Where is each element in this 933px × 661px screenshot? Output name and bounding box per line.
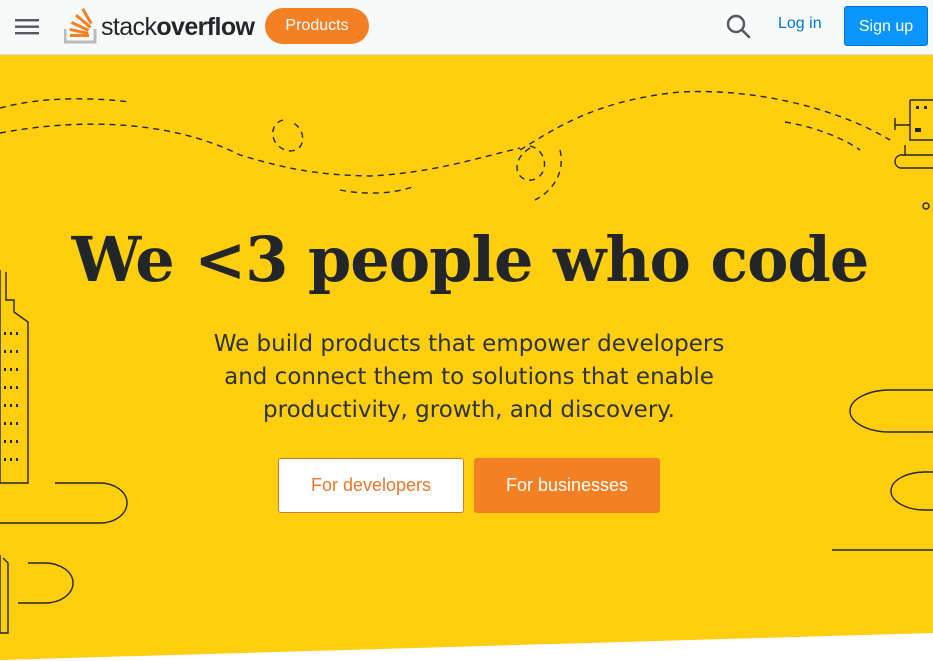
products-button[interactable]: Products: [265, 8, 369, 44]
stackoverflow-logo[interactable]: stackoverflow: [64, 5, 256, 45]
hero-title: We <3 people who code: [71, 223, 870, 296]
search-icon[interactable]: [723, 12, 753, 42]
for-developers-button[interactable]: For developers: [278, 458, 464, 513]
logo-wordmark: stackoverflow: [101, 13, 255, 42]
hamburger-menu-icon[interactable]: [12, 14, 42, 40]
login-link[interactable]: Log in: [778, 15, 822, 33]
hero-subtitle: We build products that empower developer…: [213, 331, 725, 423]
hero-section: We <3 people who code We build products …: [0, 55, 933, 661]
top-bar: stackoverflow Products Log in Sign up: [0, 0, 933, 55]
for-businesses-button[interactable]: For businesses: [474, 458, 660, 513]
stackoverflow-logo-icon: [64, 7, 97, 44]
signup-button[interactable]: Sign up: [844, 6, 928, 46]
logo-word-regular: stack: [101, 13, 157, 41]
logo-word-bold: overflow: [156, 13, 255, 41]
